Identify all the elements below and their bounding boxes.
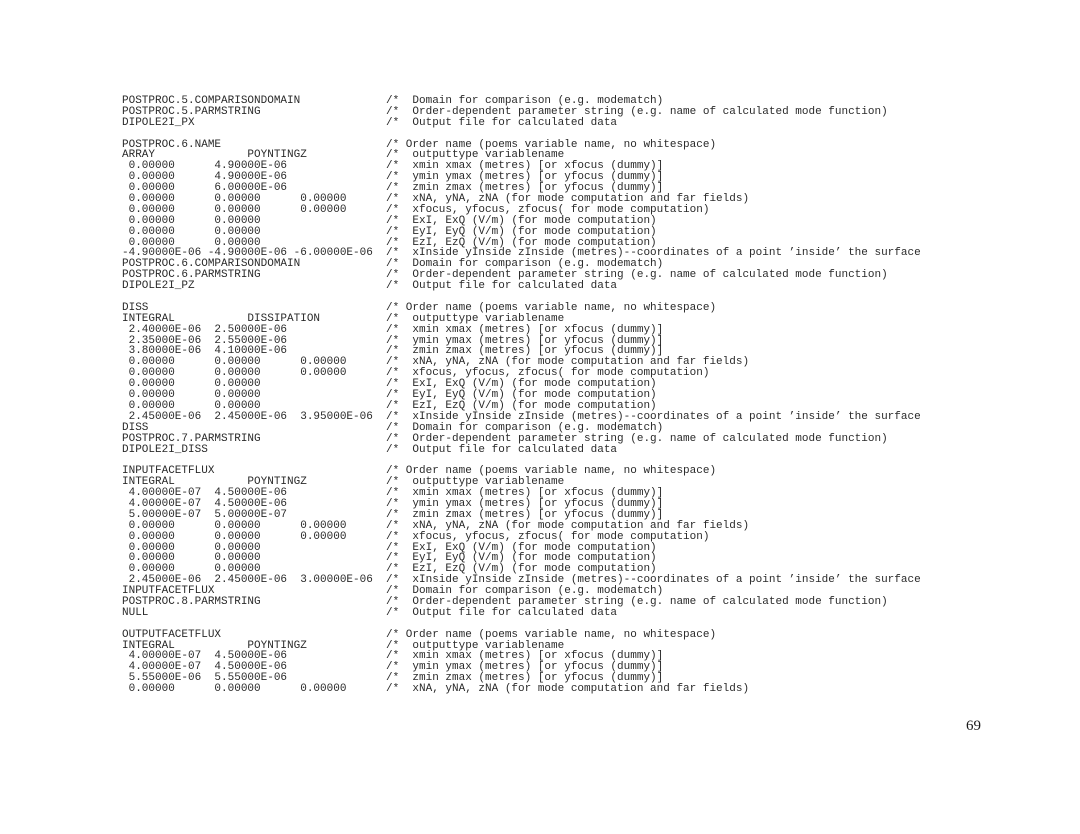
code-comment: /* Output file for calculated data: [386, 116, 618, 129]
code-value: POSTPROC.8.PARMSTRING: [122, 595, 261, 608]
code-line: 0.00000 0.00000 0.00000 /* xNA, yNA, zNA …: [122, 684, 921, 695]
document-page: POSTPROC.5.COMPARISONDOMAIN/* Domain for…: [122, 96, 921, 695]
code-line: DIPOLE2I_PX /* Output file for calculated…: [122, 116, 921, 129]
code-value: 0.00000 0.00000 0.00000: [122, 683, 347, 696]
code-value: 0.00000 0.00000 0.00000: [122, 519, 347, 532]
code-value: 0.00000 0.00000: [122, 225, 261, 238]
code-comment: /* Output file for calculated data: [386, 443, 618, 456]
code-value: OUTPUTFACETFLUX: [122, 628, 222, 641]
code-value: 2.40000E-06 2.50000E-06: [122, 323, 288, 336]
code-comment: /* Output file for calculated data: [386, 606, 618, 619]
code-value: DIPOLE2I_DISS: [122, 443, 208, 456]
code-value: 0.00000 0.00000 0.00000: [122, 530, 347, 543]
code-line: DIPOLE2I_PZ /* Output file for calculated…: [122, 281, 921, 292]
code-line: NULL /* Output file for calculated data: [122, 606, 921, 619]
code-comment: /* Output file for calculated data: [386, 280, 618, 293]
code-line: DIPOLE2I_DISS /* Output file for calculat…: [122, 443, 921, 456]
code-value: POSTPROC.7.PARMSTRING: [122, 432, 261, 445]
code-value: DIPOLE2I_PX: [122, 116, 195, 129]
code-listing: POSTPROC.5.COMPARISONDOMAIN/* Domain for…: [122, 96, 921, 695]
page-number: 69: [966, 718, 981, 734]
code-value: NULL: [122, 606, 149, 619]
code-value: 2.45000E-06 2.45000E-06 3.95000E-06: [122, 410, 373, 423]
code-value: DISS: [122, 421, 149, 434]
code-value: DIPOLE2I_PZ: [122, 280, 195, 293]
code-comment: /* xNA, yNA, zNA (for mode computation a…: [386, 683, 750, 696]
